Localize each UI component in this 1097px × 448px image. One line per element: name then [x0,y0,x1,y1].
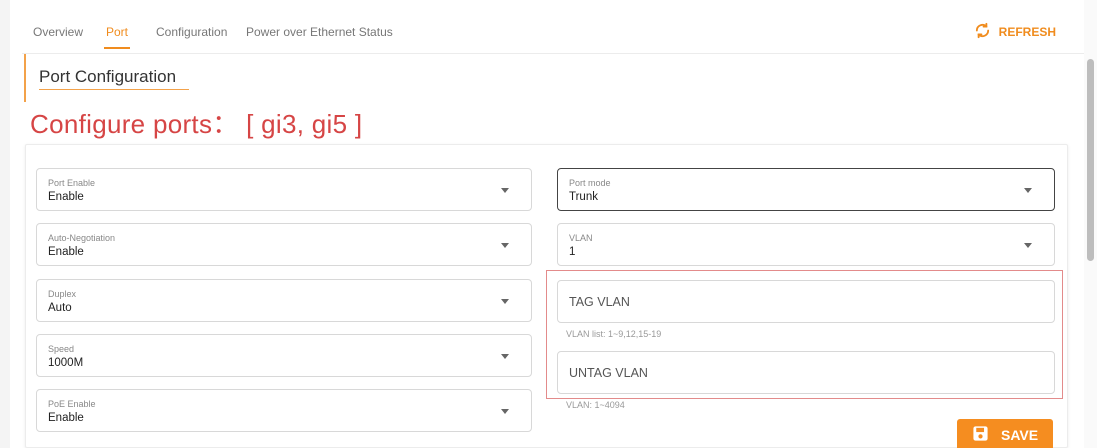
section-title: Port Configuration [39,67,177,86]
duplex-select[interactable]: Duplex Auto [36,279,532,322]
untag-vlan-input[interactable] [558,352,1054,393]
tab-bar: Overview Port Configuration Power over E… [22,10,1084,54]
poe-enable-select[interactable]: PoE Enable Enable [36,389,532,432]
chevron-down-icon [501,243,509,248]
port-enable-value: Enable [48,191,84,203]
chevron-down-icon [1024,243,1032,248]
page: Overview Port Configuration Power over E… [0,0,1097,448]
tab-poe-status[interactable]: Power over Ethernet Status [246,25,393,39]
speed-select[interactable]: Speed 1000M [36,334,532,377]
auto-negotiation-value: Enable [48,246,84,258]
scrollbar[interactable] [1084,0,1097,448]
chevron-down-icon [501,299,509,304]
speed-value: 1000M [48,357,84,369]
tab-port[interactable]: Port [103,25,131,49]
refresh-icon [974,22,991,42]
tag-vlan-field[interactable] [557,280,1055,323]
duplex-value: Auto [48,302,72,314]
scrollbar-thumb[interactable] [1087,59,1094,261]
chevron-down-icon [501,354,509,359]
port-enable-select[interactable]: Port Enable Enable [36,168,532,211]
vlan-value: 1 [569,246,576,258]
chevron-down-icon [501,188,509,193]
untag-vlan-helper: VLAN: 1~4094 [566,400,625,410]
duplex-label: Duplex [48,289,77,299]
save-button[interactable]: SAVE [957,419,1053,448]
port-enable-label: Port Enable [48,178,96,188]
tag-vlan-input[interactable] [558,281,1054,322]
refresh-label: REFRESH [998,25,1056,39]
auto-negotiation-label: Auto-Negotiation [48,233,116,243]
refresh-button[interactable]: REFRESH [974,22,1056,42]
save-icon [972,425,989,445]
chevron-down-icon [501,409,509,414]
port-mode-label: Port mode [569,178,611,188]
tab-overview[interactable]: Overview [33,25,83,39]
auto-negotiation-select[interactable]: Auto-Negotiation Enable [36,223,532,266]
poe-enable-value: Enable [48,412,84,424]
speed-label: Speed [48,344,75,354]
save-label: SAVE [1001,427,1039,443]
poe-enable-label: PoE Enable [48,399,96,409]
port-mode-value: Trunk [569,191,598,203]
vlan-label: VLAN [569,233,593,243]
tag-vlan-helper: VLAN list: 1~9,12,15-19 [566,329,662,339]
chevron-down-icon [1024,188,1032,193]
section-accent-bar [24,54,26,102]
port-mode-select[interactable]: Port mode Trunk [557,168,1055,211]
vlan-select[interactable]: VLAN 1 [557,223,1055,266]
left-gutter [0,0,10,448]
tab-configuration[interactable]: Configuration [156,25,227,39]
section-title-underline [39,89,189,90]
untag-vlan-field[interactable] [557,351,1055,394]
configure-ports-heading: Configure ports： [ gi3, gi5 ] [30,109,363,139]
